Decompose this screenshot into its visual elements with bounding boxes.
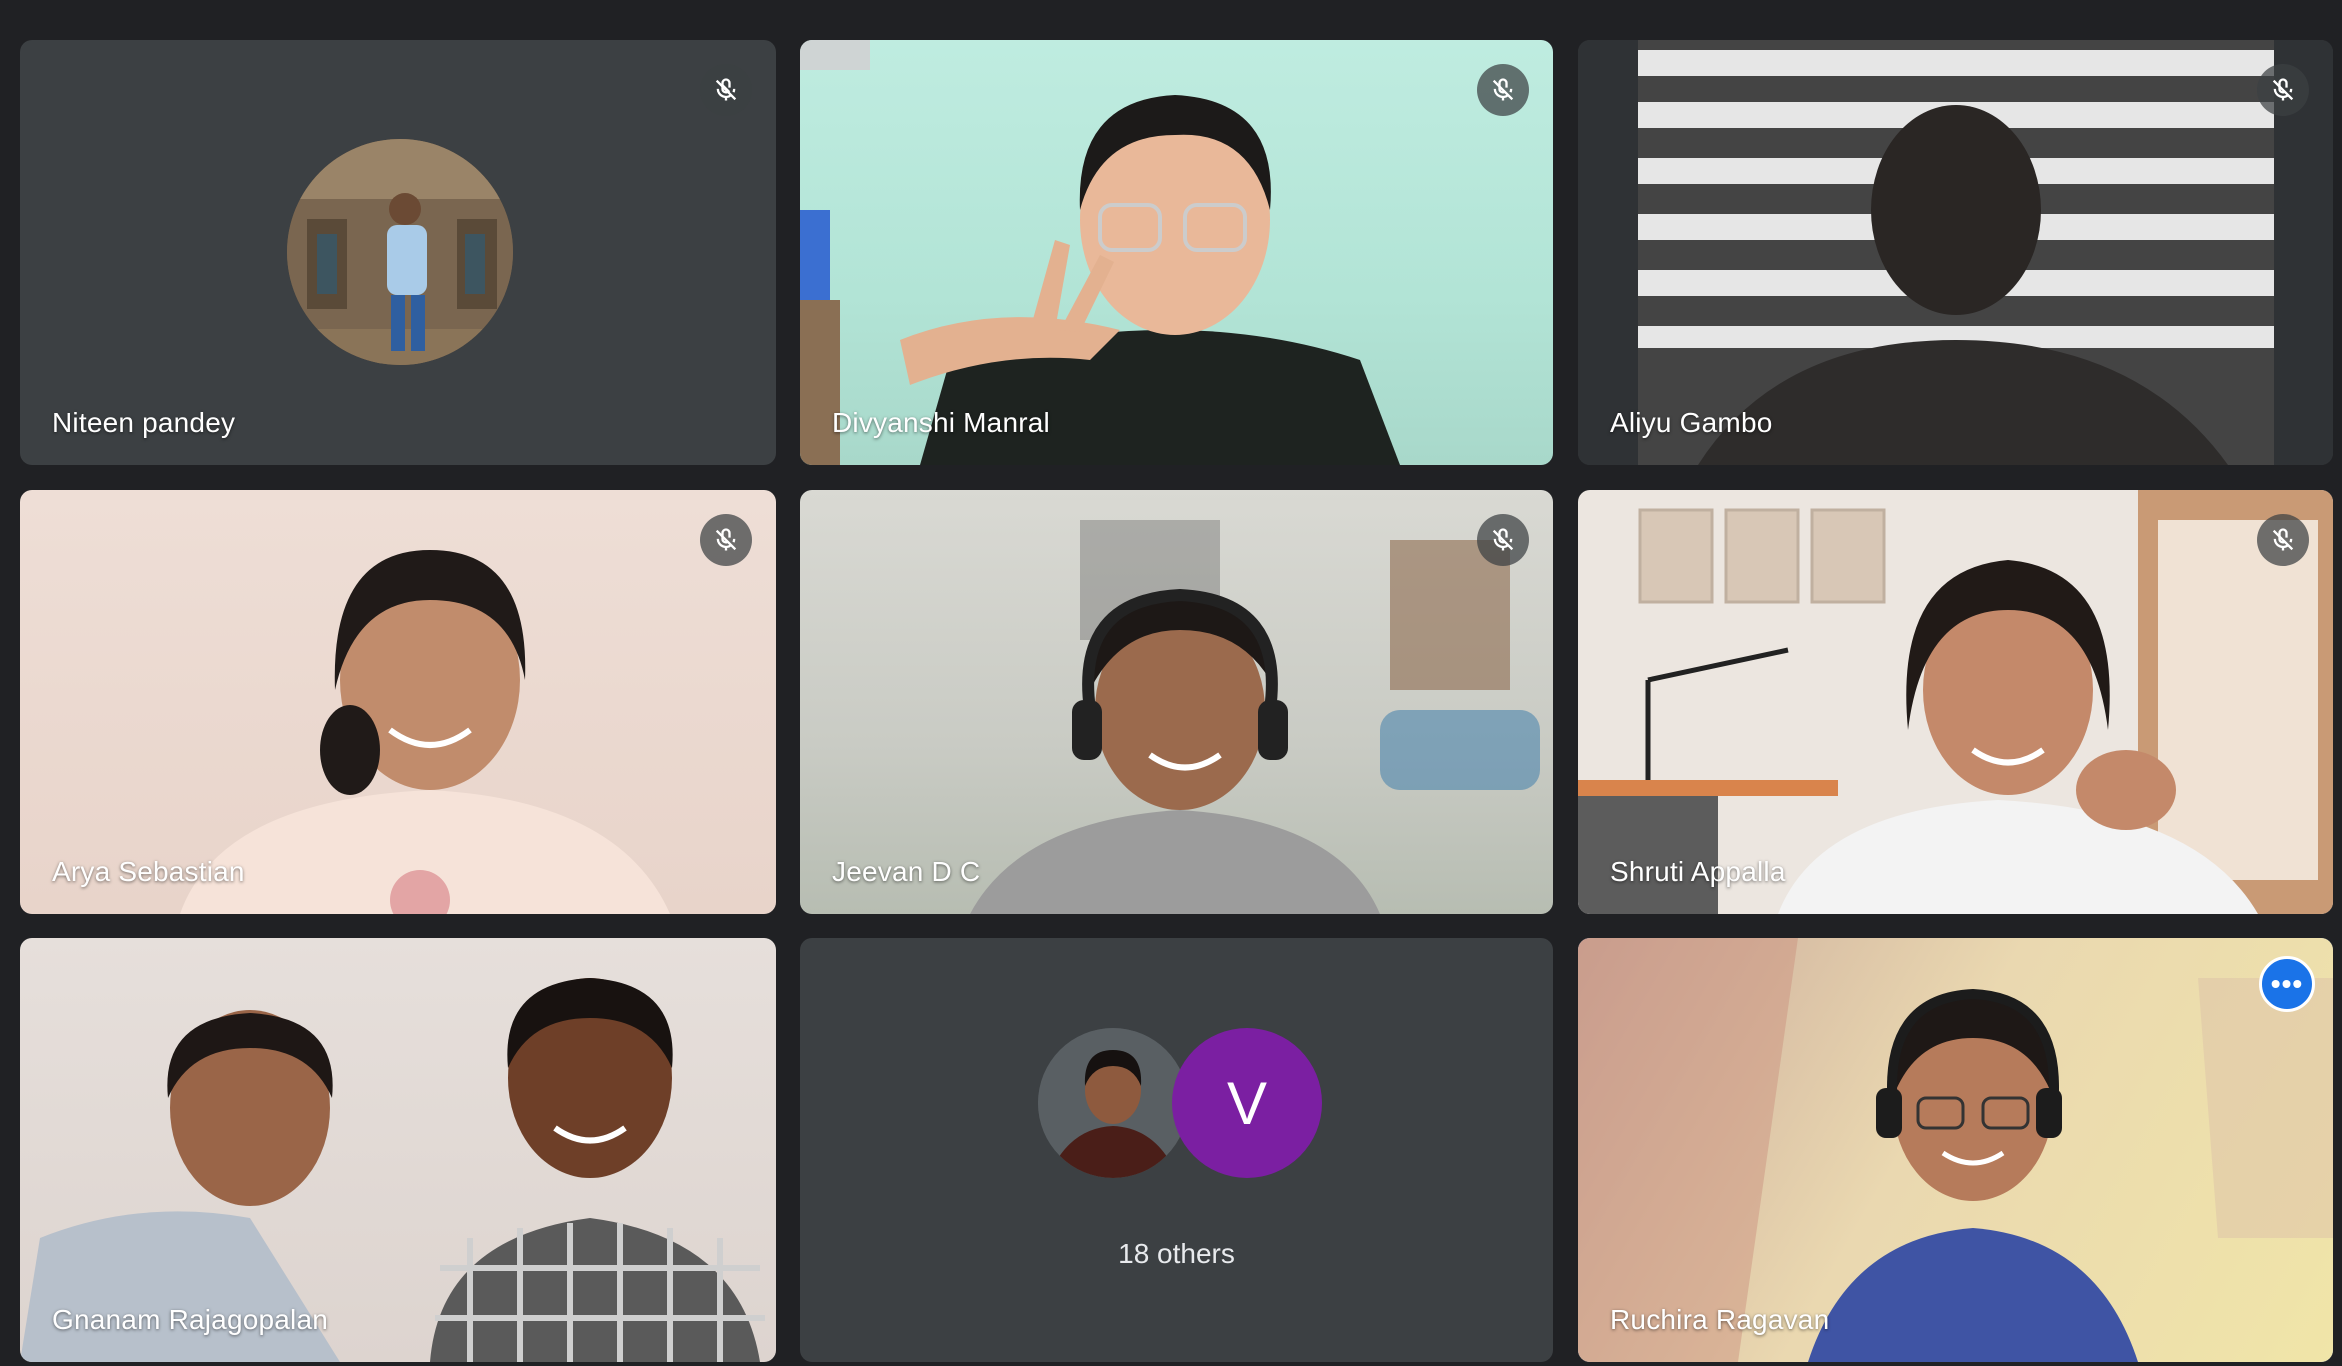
others-count-label: 18 others <box>1118 1238 1235 1269</box>
mic-off-icon <box>2257 64 2309 116</box>
participant-name: Arya Sebastian <box>52 856 245 887</box>
participant-name: Ruchira Ragavan <box>1610 1304 1830 1335</box>
others-tile[interactable]: V 18 others <box>800 938 1553 1362</box>
video-feed <box>20 938 776 1362</box>
video-feed <box>800 490 1553 914</box>
participant-name: Divyanshi Manral <box>832 407 1050 438</box>
participant-tile-arya-sebastian[interactable]: Arya Sebastian <box>20 490 776 914</box>
mic-off-icon <box>700 514 752 566</box>
mic-off-icon <box>2257 514 2309 566</box>
participant-tile-shruti-appalla[interactable]: Shruti Appalla <box>1578 490 2333 914</box>
participant-tile-aliyu-gambo[interactable]: Aliyu Gambo <box>1578 40 2333 465</box>
participant-name: Shruti Appalla <box>1610 856 1786 887</box>
participant-tile-jeevan-dc[interactable]: Jeevan D C <box>800 490 1553 914</box>
video-feed <box>800 40 1553 465</box>
participant-name: Aliyu Gambo <box>1610 407 1773 438</box>
video-feed <box>1578 490 2333 914</box>
participant-name: Niteen pandey <box>52 407 236 438</box>
video-feed <box>20 490 776 914</box>
avatar <box>1038 1028 1188 1178</box>
avatar <box>287 139 513 365</box>
more-options-icon[interactable]: ••• <box>2259 956 2315 1012</box>
participant-name: Gnanam Rajagopalan <box>52 1304 329 1335</box>
participant-tile-gnanam-rajagopalan[interactable]: Gnanam Rajagopalan <box>20 938 776 1362</box>
participant-tile-niteen-pandey[interactable]: Niteen pandey <box>20 40 776 465</box>
meeting-grid: Niteen pandey Divyanshi Manral Aliyu Gam… <box>0 0 2342 1366</box>
video-feed <box>1578 938 2333 1362</box>
video-feed <box>1578 40 2333 465</box>
mic-off-icon <box>700 64 752 116</box>
mic-off-icon <box>1477 64 1529 116</box>
letter-avatar: V <box>1172 1028 1322 1178</box>
mic-off-icon <box>1477 514 1529 566</box>
participant-name: Jeevan D C <box>832 856 981 887</box>
participant-tile-ruchira-ragavan[interactable]: ••• Ruchira Ragavan <box>1578 938 2333 1362</box>
participant-tile-divyanshi-manral[interactable]: Divyanshi Manral <box>800 40 1553 465</box>
